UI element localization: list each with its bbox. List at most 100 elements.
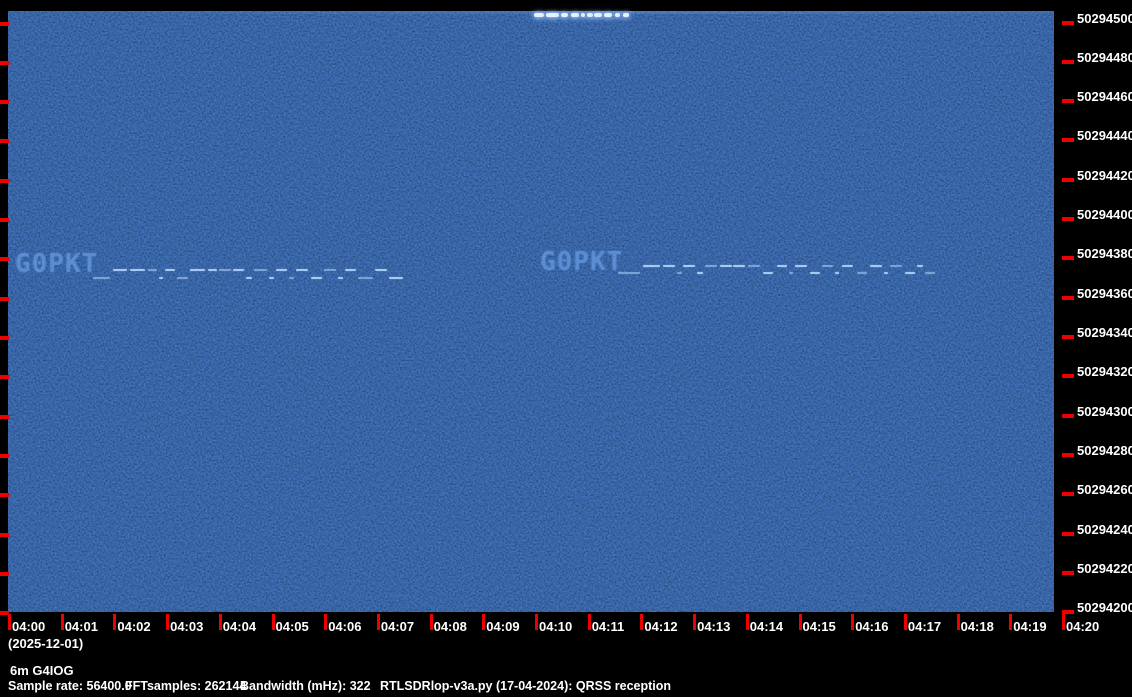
time-tick [482,614,486,630]
spectrogram-waterfall [8,11,1054,612]
freq-tick-left [0,493,9,498]
freq-tick-label: 50294280 [1077,443,1132,459]
carrier-dash [615,13,620,17]
signal-dash [697,272,703,274]
signal-dash [269,277,274,279]
time-tick [798,614,802,630]
signal-dash [810,272,820,274]
signal-dash [917,265,923,267]
signal-dash [246,277,252,279]
signal-dash [835,272,839,274]
time-tick-label: 04:02 [117,619,151,634]
time-tick-label: 04:07 [380,619,415,634]
freq-tick-label: 50294300 [1077,403,1132,419]
time-tick-label: 04:14 [749,619,784,634]
script-version-label: RTLSDRlop-v3a.py (17-04-2024): QRSS rece… [380,679,672,693]
signal-dash [324,269,336,271]
freq-tick-label: 50294340 [1077,325,1132,341]
time-tick [640,614,644,630]
signal-dash [159,277,163,279]
signal-dash [254,269,267,271]
signal-dash [890,265,902,267]
freq-tick-right [1062,99,1074,104]
freq-tick-label: 50294260 [1077,482,1132,498]
freq-tick-label: 50294320 [1077,364,1132,380]
noise-texture [8,11,1054,612]
signal-dash [884,272,888,274]
time-tick-label: 04:05 [275,619,309,634]
signal-dash [643,265,660,267]
signal-dash [870,265,882,267]
freq-tick-right [1062,492,1074,497]
freq-tick-right [1062,59,1074,64]
carrier-dash [571,13,579,17]
freq-tick-left [0,336,9,341]
signal-dash [789,272,793,274]
freq-tick-label: 50294220 [1077,561,1132,577]
signal-dash [905,272,915,274]
time-tick [693,614,697,630]
freq-tick-label: 50294360 [1077,285,1132,301]
freq-tick-left [0,296,9,301]
sample-rate-label: Sample rate: 56400.0 [8,679,132,693]
freq-tick-right [1062,374,1074,379]
freq-tick-right [1062,256,1074,261]
time-tick [113,614,117,630]
qrss-grabber-screen: G0PKT G0PKT 50294500 50294480 50294460 5029… [0,0,1132,697]
time-tick-label: 04:20 [1066,619,1100,634]
signal-dash [233,269,244,271]
freq-tick-right [1062,20,1074,25]
carrier-dash [594,13,602,17]
carrier-dash [561,13,568,17]
freq-tick-right [1062,335,1074,340]
fft-samples-label: FFTsamples: 262144 [125,679,247,693]
time-tick [429,614,433,630]
time-tick [745,614,749,630]
carrier-dash [546,13,559,17]
carrier-dash [581,13,585,17]
freq-tick-label: 50294200 [1077,600,1132,616]
date-label: (2025-12-01) [8,636,84,651]
signal-dash [208,269,217,271]
signal-dash [857,272,867,274]
time-tick-label: 04:17 [907,619,942,634]
freq-tick-left [0,178,9,183]
signal-dash [822,265,833,267]
time-tick [271,614,275,630]
time-tick-label: 04:15 [802,619,836,634]
callsign-trace-1: G0PKT [15,249,99,279]
time-tick-label: 04:01 [64,619,98,634]
freq-tick-left [0,218,9,223]
signal-dash [177,277,188,279]
freq-tick-left [0,454,9,459]
time-tick [8,614,11,630]
freq-tick-left [0,375,9,380]
time-tick [587,614,591,630]
freq-tick-right [1062,177,1074,182]
time-tick-label: 04:04 [222,619,257,634]
signal-dash [296,269,308,271]
signal-dash [677,272,682,274]
time-tick-label: 04:11 [591,619,625,634]
time-tick-label: 04:00 [12,619,46,634]
signal-dash [748,265,760,267]
freq-tick-label: 50294380 [1077,246,1132,262]
freq-tick-label: 50294500 [1077,10,1132,26]
signal-dash [925,272,935,274]
signal-dash [375,269,387,271]
time-tick-label: 04:16 [855,619,889,634]
signal-dash [219,269,231,271]
signal-dash [190,269,205,271]
signal-dash [113,269,127,271]
carrier-dash [534,13,544,17]
freq-tick-left [0,532,9,537]
signal-dash [165,269,175,271]
signal-dash [289,277,294,279]
bandwidth-label: Bandwidth (mHz): 322 [240,679,371,693]
signal-dash [130,269,145,271]
time-tick [1062,614,1065,630]
freq-tick-label: 50294460 [1077,89,1132,105]
carrier-dash [587,13,593,17]
signal-dash [345,269,356,271]
time-tick [376,614,380,630]
